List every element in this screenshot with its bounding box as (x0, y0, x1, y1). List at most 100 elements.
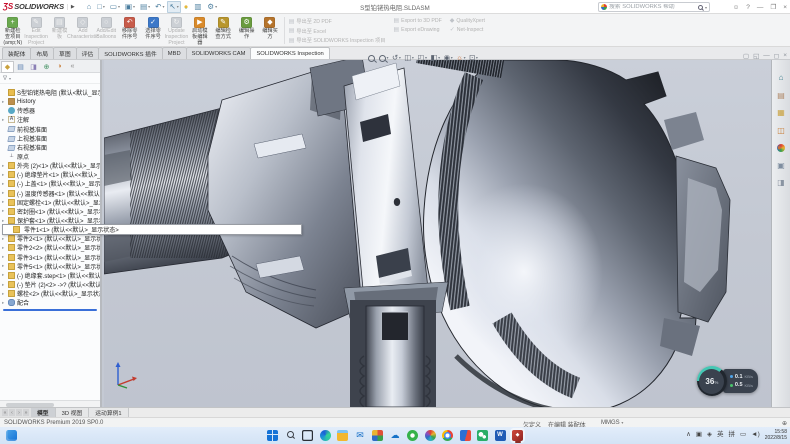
export-menu-item[interactable]: ◆ QualityXpert (450, 18, 485, 24)
task-pane-tab[interactable]: ▤ (777, 92, 785, 100)
taskbar-app-icon[interactable] (285, 430, 296, 441)
window-control-button[interactable]: ? (746, 4, 750, 11)
dropdown-caret-icon[interactable]: ▾ (464, 56, 466, 60)
units-caret-icon[interactable]: ▾ (621, 420, 623, 425)
ribbon-button[interactable]: ✎ Edit Inspection Project (24, 15, 47, 46)
taskbar-app-icon[interactable]: ◆ (512, 430, 523, 441)
tree-item[interactable]: 传感器 (0, 106, 100, 115)
document-window-control[interactable]: — (763, 52, 770, 60)
taskbar-app-icon[interactable] (477, 430, 488, 441)
tree-item[interactable]: ▸ (-) 上盖<1> (默认<<默认>_显示状 (0, 179, 100, 188)
export-menu-item[interactable]: ▤ 导出至 SOLIDWORKS Inspection 项目 (289, 37, 386, 44)
document-window-control[interactable]: ▢ (743, 52, 749, 60)
taskbar-app-icon[interactable] (407, 430, 418, 441)
quick-access-button[interactable]: ↖ ▾ (167, 1, 180, 13)
command-tab[interactable]: 草图 (53, 47, 77, 59)
dropdown-caret-icon[interactable]: ▾ (148, 4, 150, 9)
task-pane-tab[interactable]: ▣ (777, 162, 785, 170)
task-pane-tab[interactable]: ⌂ (779, 74, 784, 82)
view-toolbar-button[interactable]: ◧ ▾ (431, 54, 441, 62)
filter-caret-icon[interactable]: ▾ (9, 76, 11, 81)
quick-access-button[interactable]: □ ▾ (95, 1, 107, 13)
quick-access-button[interactable]: ⌂ (85, 1, 95, 13)
quick-access-button[interactable]: ● (182, 1, 192, 13)
dropdown-caret-icon[interactable]: ▾ (399, 56, 401, 60)
ribbon-button[interactable]: ✓ 选择零 件序号 (141, 15, 164, 46)
quick-access-button[interactable]: ↶ ▾ (153, 1, 166, 13)
dropdown-caret-icon[interactable]: ▾ (162, 4, 164, 9)
quick-access-button[interactable]: ⚙ ▾ (205, 1, 219, 13)
tree-item[interactable]: ▸ A 注解 (0, 115, 100, 124)
window-control-button[interactable]: × (783, 4, 787, 11)
tray-icon[interactable]: 英 (717, 432, 724, 439)
view-toolbar-button[interactable]: ↺ ▾ (392, 54, 401, 62)
ribbon-button[interactable]: ⚙ 编辑操 作 (235, 15, 258, 46)
window-control-button[interactable]: ☺ (733, 4, 740, 11)
dropdown-caret-icon[interactable]: ▾ (451, 56, 453, 60)
command-tab[interactable]: 评估 (76, 47, 100, 59)
dropdown-caret-icon[interactable]: ▾ (476, 56, 478, 60)
tree-item[interactable]: ▸ 密封圈<1> (默认<<默认>_显示状 (0, 207, 100, 216)
panel-tab[interactable]: ◑ (53, 61, 66, 73)
solidworks-logo[interactable]: ƷS SOLIDWORKS (3, 2, 64, 11)
panel-tab[interactable]: ⊕ (40, 61, 53, 73)
quick-access-button[interactable]: ▣ ▾ (123, 1, 137, 13)
taskbar-clock[interactable]: 15:58 2022/8/15 (765, 430, 787, 441)
dropdown-caret-icon[interactable]: ▾ (103, 4, 105, 9)
export-menu-item[interactable]: ▤ Export to 3D PDF (393, 18, 441, 24)
ribbon-button[interactable]: ↻ Update Inspection Project (165, 15, 188, 46)
dropdown-caret-icon[interactable]: ▾ (118, 4, 120, 9)
taskbar-app-icon[interactable] (442, 430, 453, 441)
dropdown-caret-icon[interactable]: ▾ (215, 4, 217, 9)
task-pane-tab[interactable]: ◨ (777, 179, 785, 187)
ribbon-button[interactable]: ▶ 启动模 板编辑 器 (188, 15, 211, 46)
view-toolbar-button[interactable]: ◎ (368, 54, 376, 62)
tree-hscrollbar[interactable] (0, 400, 100, 407)
help-search-box[interactable]: ▾ (598, 2, 710, 12)
view-toolbar-button[interactable]: ◉ ▾ (444, 54, 453, 62)
task-pane-tab[interactable]: ▦ (777, 109, 785, 117)
ribbon-button[interactable]: ✎ 编辑检 查方式 (212, 15, 235, 46)
tab-scroll-button[interactable]: ‹ (9, 409, 15, 416)
scrollbar-thumb[interactable] (6, 403, 54, 407)
tray-icon[interactable]: ▭ (740, 432, 746, 439)
view-toolbar-button[interactable]: ▣ ▾ (379, 54, 389, 62)
search-input[interactable] (609, 4, 696, 10)
document-window-control[interactable]: × (783, 52, 787, 60)
tab-scroll-button[interactable]: « (2, 409, 8, 416)
ribbon-button[interactable]: ○ Add/Edit Balloons (95, 15, 118, 46)
command-tab[interactable]: SOLIDWORKS 插件 (98, 47, 163, 59)
dropdown-caret-icon[interactable]: ▾ (438, 56, 440, 60)
dropdown-caret-icon[interactable]: ▾ (177, 4, 179, 9)
tab-scroll-button[interactable]: › (16, 409, 22, 416)
tab-scroll-button[interactable]: » (23, 409, 29, 416)
tray-icon[interactable]: 拼 (728, 432, 735, 439)
quick-access-button[interactable]: ▥ (192, 1, 204, 13)
tray-icon[interactable]: ◈ (707, 432, 712, 439)
ribbon-button[interactable]: ◆ 编辑买 方 (258, 15, 281, 46)
taskbar-app-icon[interactable] (267, 430, 278, 441)
tree-item[interactable]: 右视基准面 (0, 143, 100, 152)
dropdown-caret-icon[interactable]: ▾ (425, 56, 427, 60)
ribbon-button[interactable]: ◇ Add Characteristic (71, 15, 94, 46)
taskbar-app-icon[interactable]: ☁ (390, 430, 401, 441)
tree-item[interactable]: 上视基准面 (0, 134, 100, 143)
tree-item[interactable]: ▸ (-) 绝缘套.step<1> (默认<<默认> (0, 271, 100, 280)
taskbar-app-icon[interactable]: ✉ (355, 430, 366, 441)
tree-item[interactable]: ▸ (-) 垫片 (2)<2> ->? (默认<<默认> (0, 280, 100, 289)
taskbar-app-icon[interactable] (425, 430, 436, 441)
document-window-control[interactable]: ◱ (753, 52, 759, 60)
status-help-icon[interactable]: ⊕ (782, 420, 787, 427)
search-caret-icon[interactable]: ▾ (705, 5, 707, 10)
panel-tab[interactable]: ◆ (1, 61, 14, 73)
window-control-button[interactable]: ❐ (770, 3, 776, 11)
tree-item[interactable]: ▸ 固定螺栓<1> (默认<<默认>_显示 (0, 198, 100, 207)
rollback-bar[interactable] (3, 309, 97, 311)
taskbar-app-icon[interactable] (460, 430, 471, 441)
export-menu-item[interactable]: ✓ Net-Inspect (450, 27, 485, 33)
tree-item[interactable]: ▸ History (0, 97, 100, 106)
view-toolbar-button[interactable]: ☼ ▾ (456, 54, 465, 62)
tree-item[interactable]: ▸ 零件3<1> (默认<<默认>_显示状态 (0, 253, 100, 262)
document-tab[interactable]: 3D 视图 (56, 408, 90, 417)
export-menu-item[interactable]: ▤ Export eDrawing (393, 27, 441, 33)
